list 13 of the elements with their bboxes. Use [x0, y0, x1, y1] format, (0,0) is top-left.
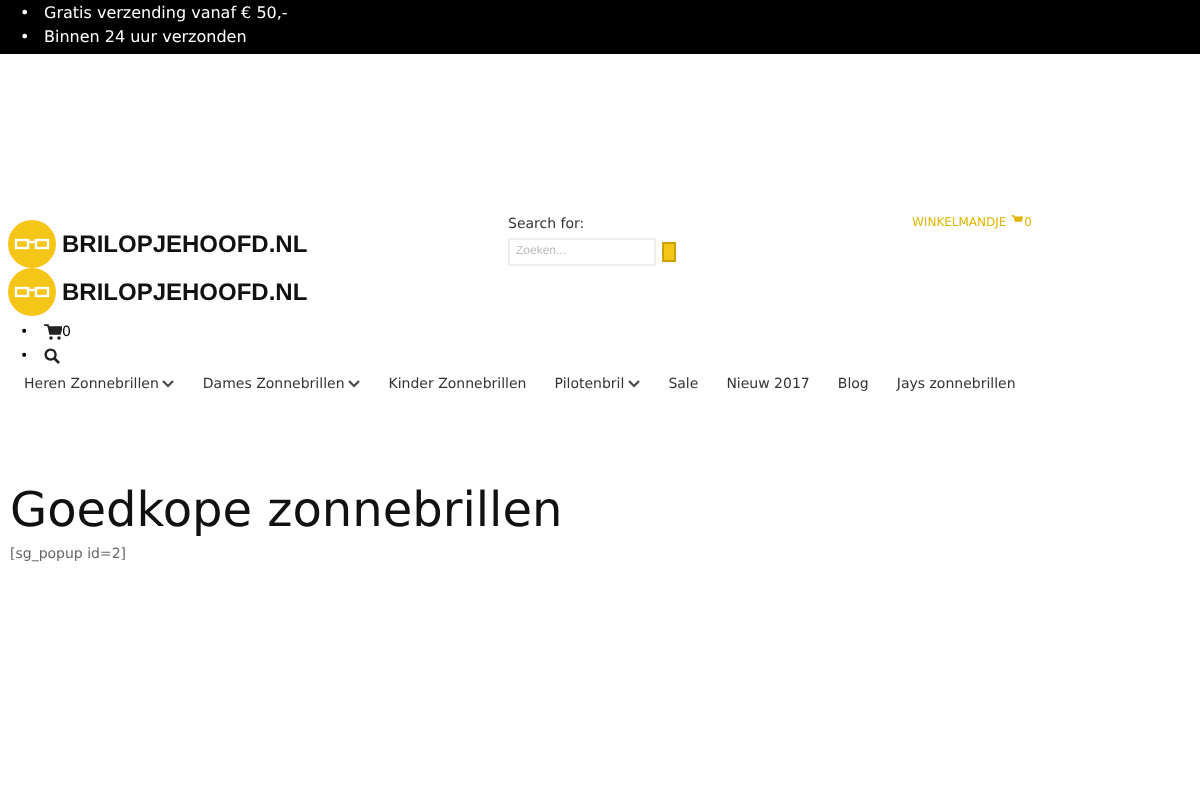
logo-text[interactable]: BRILOPJEHOOFD.NL [62, 230, 308, 258]
search-button[interactable] [662, 242, 676, 262]
shipping-info: Gratis verzending vanaf € 50,- [44, 2, 288, 26]
glasses-logo-icon [8, 220, 56, 268]
shipping-info: Binnen 24 uur verzonden [44, 26, 247, 50]
logo-text[interactable]: BRILOPJEHOOFD.NL [62, 278, 308, 306]
cart-icon[interactable] [1010, 214, 1025, 226]
bullet: • [20, 2, 32, 26]
search-icon[interactable] [44, 348, 60, 364]
bullet: • [20, 26, 32, 50]
cart-icon [44, 324, 62, 340]
page-title: Goedkope zonnebrillen [10, 482, 565, 538]
glasses-logo-icon [8, 268, 56, 316]
